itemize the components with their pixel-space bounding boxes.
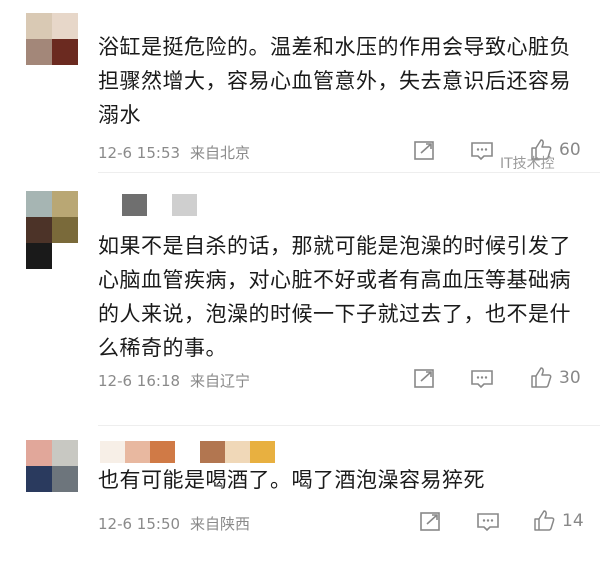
comment-item: 如果不是自杀的话，那就可能是泡澡的时候引发了心脑血管疾病，对心脏不好或者有高血压… [0,173,600,431]
comment-meta: 12-6 16:18 来自辽宁 [98,370,260,391]
comment-item: 浴缸是挺危险的。温差和水压的作用会导致心脏负担骤然增大，容易心血管意外，失去意识… [0,0,600,172]
comment-text: 如果不是自杀的话，那就可能是泡澡的时候引发了心脑血管疾病，对心脏不好或者有高血压… [98,234,571,360]
comment-button[interactable] [470,369,494,389]
share-button[interactable] [414,369,436,389]
like-count: 30 [559,368,581,388]
share-button[interactable] [414,141,436,161]
comment-date: 12-6 15:53 [98,144,181,162]
like-button[interactable]: 14 [532,509,584,533]
thumbs-up-icon [531,367,552,388]
comment-date: 12-6 15:50 [98,515,181,533]
share-icon [414,369,434,388]
like-count: 60 [559,140,581,160]
comment-date: 12-6 16:18 [98,372,181,390]
avatar[interactable] [26,191,78,269]
avatar[interactable] [26,13,78,65]
avatar[interactable] [26,440,78,492]
thumbs-up-icon [534,510,555,531]
comment-button[interactable] [470,141,494,161]
watermark-label: IT技术控 [500,156,555,172]
comment-icon [471,142,493,161]
like-button[interactable]: 30 [529,366,581,390]
share-icon [414,141,434,160]
comment-location: 来自北京 [190,144,251,162]
comment-meta: 12-6 15:50 来自陕西 [98,513,260,534]
comment-text: 浴缸是挺危险的。温差和水压的作用会导致心脏负担骤然增大，容易心血管意外，失去意识… [98,35,571,127]
username[interactable] [100,441,275,463]
comment-location: 来自辽宁 [190,372,251,390]
like-count: 14 [562,511,584,531]
comment-location: 来自陕西 [190,515,251,533]
comment-text: 也有可能是喝酒了。喝了酒泡澡容易猝死 [98,468,485,492]
comment-item: 也有可能是喝酒了。喝了酒泡澡容易猝死 12-6 15:50 来自陕西 14 [0,426,600,566]
comment-icon [471,370,493,389]
comment-meta: 12-6 15:53 来自北京 [98,142,260,163]
comment-button[interactable] [476,512,500,532]
username[interactable] [122,194,197,216]
comment-icon [477,513,499,532]
share-button[interactable] [420,512,442,532]
share-icon [420,512,440,531]
